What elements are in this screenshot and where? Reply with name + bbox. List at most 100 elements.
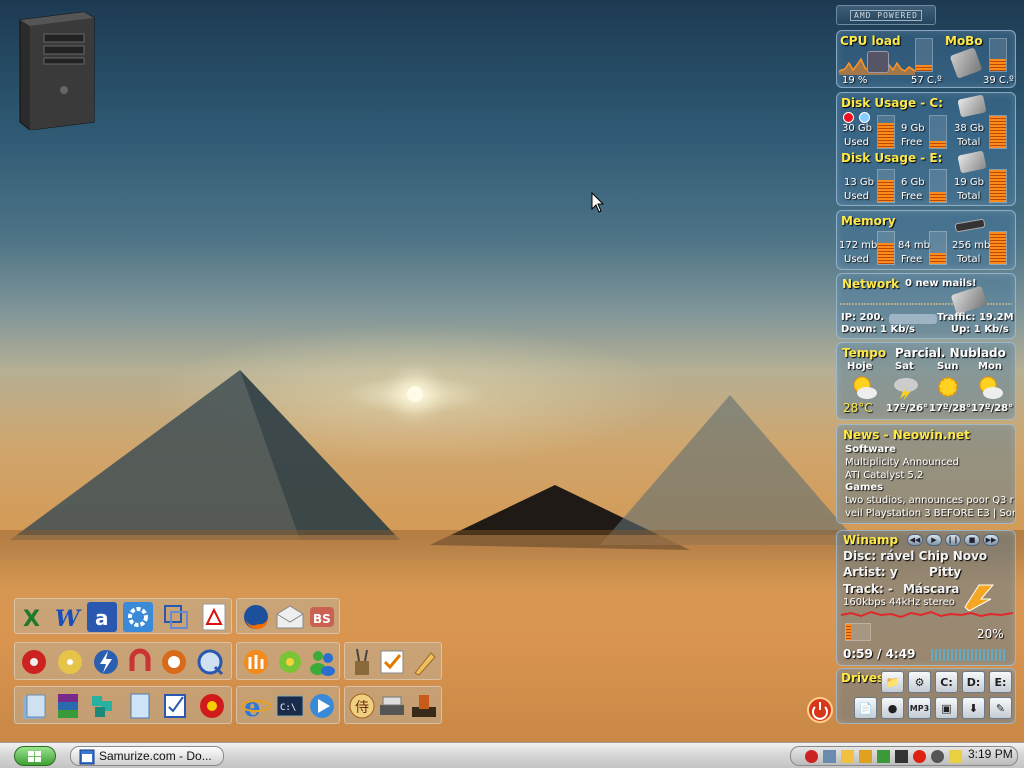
disk-c-free-label: Free xyxy=(901,137,923,148)
weather-today-temp: 28°C xyxy=(843,401,873,415)
winamp-icon[interactable] xyxy=(241,647,271,677)
excel-icon[interactable]: X xyxy=(19,602,49,632)
network-puzzle-icon[interactable] xyxy=(87,691,117,721)
news-line[interactable]: Multiplicity Announced xyxy=(845,457,959,468)
disk-c-total: 38 Gb xyxy=(954,123,984,134)
command-prompt-icon[interactable]: C:\ xyxy=(275,691,305,721)
eraser-icon[interactable]: ✎ xyxy=(989,697,1012,719)
previous-track-button[interactable]: ◀◀ xyxy=(907,534,923,546)
news-line[interactable]: Software xyxy=(845,444,896,455)
settings-gear-icon[interactable] xyxy=(123,602,153,632)
disk-c-free: 9 Gb xyxy=(901,123,925,134)
mail-icon[interactable] xyxy=(275,602,305,632)
next-track-button[interactable]: ▶▶ xyxy=(983,534,999,546)
scanner-icon[interactable] xyxy=(377,691,407,721)
task-check-icon[interactable] xyxy=(161,691,191,721)
drive-c-button[interactable]: C: xyxy=(935,671,958,693)
disk-e-free-bar xyxy=(929,169,947,203)
drive-d-button[interactable]: D: xyxy=(962,671,985,693)
documents-icon[interactable]: 📄 xyxy=(854,697,877,719)
red-status-icon[interactable] xyxy=(843,112,854,123)
folder-icon[interactable] xyxy=(19,691,49,721)
memory-used-label: Used xyxy=(844,254,870,265)
svg-text:X: X xyxy=(23,607,40,632)
network-card-icon xyxy=(950,285,988,315)
control-panel-button[interactable]: ⚙ xyxy=(908,671,931,693)
winamp-volume-bar[interactable] xyxy=(845,623,871,641)
pictures-icon[interactable]: ▣ xyxy=(935,697,958,719)
stop-button[interactable]: ■ xyxy=(964,534,980,546)
real-player-icon[interactable] xyxy=(159,647,189,677)
memory-free-bar xyxy=(929,231,947,265)
tray-clock-icon[interactable] xyxy=(931,750,944,763)
tray-folder-icon[interactable] xyxy=(859,750,872,763)
opera-icon[interactable] xyxy=(197,691,227,721)
new-mails-text[interactable]: 0 new mails! xyxy=(905,278,977,289)
tray-antivirus-icon[interactable] xyxy=(913,750,926,763)
quill-icon[interactable] xyxy=(409,647,439,677)
winamp-disc: Disc: rável Chip Novo xyxy=(843,549,988,563)
samurai-icon[interactable]: 侍 xyxy=(347,691,377,721)
vmware-icon[interactable] xyxy=(161,602,191,632)
winrar-icon[interactable] xyxy=(53,691,83,721)
power-button-icon[interactable] xyxy=(806,696,834,724)
quicktime-icon[interactable] xyxy=(195,647,225,677)
news-line[interactable]: two studios, announces poor Q3 r xyxy=(845,495,1014,506)
msn-messenger-icon[interactable] xyxy=(307,647,337,677)
tray-hardware-icon[interactable] xyxy=(895,750,908,763)
media-play-icon[interactable] xyxy=(307,691,337,721)
sun xyxy=(407,386,423,402)
acrobat-icon[interactable] xyxy=(199,602,229,632)
tray-app-icon[interactable] xyxy=(805,750,818,763)
memory-total: 256 mb xyxy=(952,240,991,251)
tray-tool-icon[interactable] xyxy=(949,750,962,763)
media-icon[interactable]: ● xyxy=(881,697,904,719)
drive-e-button[interactable]: E: xyxy=(989,671,1012,693)
paint-brushes-icon[interactable] xyxy=(347,647,377,677)
game-tycoon-icon[interactable] xyxy=(409,691,439,721)
internet-explorer-icon[interactable]: e xyxy=(241,691,271,723)
mp3-button[interactable]: MP3 xyxy=(908,697,931,719)
sun-icon xyxy=(938,377,958,397)
ram-module-icon xyxy=(954,218,986,233)
mobo-temp-bar xyxy=(989,38,1007,72)
news-line[interactable]: ATI Catalyst 5.2 xyxy=(845,470,923,481)
word-icon[interactable]: W xyxy=(53,602,83,632)
weather-title: Tempo xyxy=(842,346,887,360)
news-line[interactable]: veil Playstation 3 BEFORE E3 | Sor xyxy=(845,508,1015,519)
magnet-icon[interactable] xyxy=(125,647,155,677)
icq-icon[interactable] xyxy=(275,647,305,677)
disk-e-free-label: Free xyxy=(901,191,923,202)
weather-forecast-temp: 17º/28° xyxy=(929,403,972,414)
weather-day-name: Hoje xyxy=(847,361,873,372)
network-title: Network xyxy=(842,277,900,291)
my-documents-button[interactable]: 📁 xyxy=(881,671,904,693)
download-icon[interactable]: ⬇ xyxy=(962,697,985,719)
news-line[interactable]: Games xyxy=(845,482,883,493)
svg-text:C:\: C:\ xyxy=(280,703,296,713)
play-button[interactable]: ▶ xyxy=(926,534,942,546)
access-icon[interactable]: a xyxy=(87,602,117,632)
ip-address-blur xyxy=(889,314,937,324)
memory-used-bar xyxy=(877,231,895,265)
start-button[interactable] xyxy=(14,746,56,766)
firefox-icon[interactable] xyxy=(241,602,271,632)
news-title[interactable]: News - Neowin.net xyxy=(843,428,970,442)
tray-tree-icon[interactable] xyxy=(877,750,890,763)
nero-icon[interactable] xyxy=(19,647,49,677)
flash-icon[interactable] xyxy=(91,647,121,677)
disk-e-used: 13 Gb xyxy=(844,177,874,188)
tray-network-icon[interactable] xyxy=(823,750,836,763)
tray-pencil-icon[interactable] xyxy=(841,750,854,763)
taskbar-window-button[interactable]: Samurize.com - Do... xyxy=(70,746,224,766)
pause-button[interactable]: ❙❙ xyxy=(945,534,961,546)
cd-icon[interactable] xyxy=(55,647,85,677)
notepad-icon[interactable] xyxy=(125,691,155,721)
taskbar-clock[interactable]: 3:19 PM xyxy=(968,747,1013,761)
system-dock xyxy=(14,686,232,724)
bs-player-icon[interactable]: BS xyxy=(307,602,337,632)
computer-tower-icon[interactable] xyxy=(14,10,98,130)
blue-status-icon[interactable] xyxy=(859,112,870,123)
checklist-icon[interactable] xyxy=(377,647,407,677)
amd-label: AMD POWERED xyxy=(850,9,922,21)
